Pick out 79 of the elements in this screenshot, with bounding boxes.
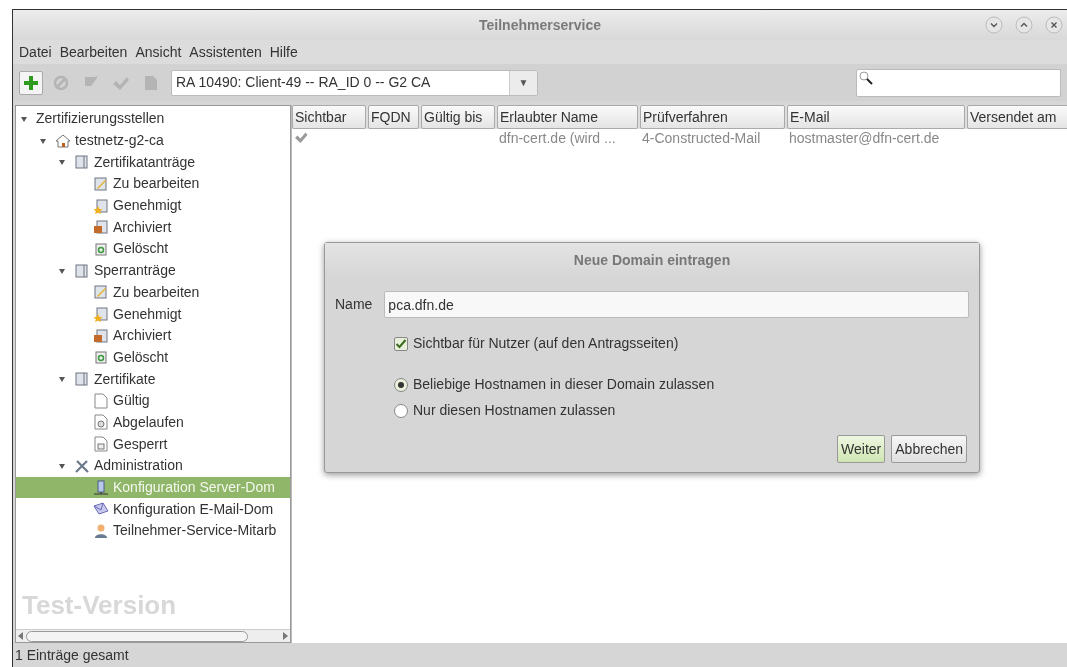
pencil-page-icon (93, 175, 109, 192)
column-header[interactable]: Prüfverfahren (640, 105, 785, 129)
column-header[interactable]: FQDN (368, 105, 419, 129)
tree-item[interactable]: Zu bearbeiten (16, 173, 290, 195)
lock-page-icon (93, 436, 109, 453)
dialog-title: Neue Domain eintragen (573, 250, 731, 270)
tree-item[interactable]: Genehmigt (16, 194, 290, 217)
clock-page-icon (93, 414, 109, 431)
tree-item[interactable]: Administration (16, 455, 290, 477)
table-cell-text: hostmaster@dfn-cert.de (788, 128, 941, 148)
tree-item[interactable]: Zertifikate (16, 368, 290, 390)
dialog-button[interactable]: Weiter (837, 435, 886, 463)
box-page-icon (93, 327, 109, 344)
radio-button[interactable] (394, 403, 408, 418)
tree-item[interactable]: Gültig (16, 389, 290, 412)
chevron-down-icon[interactable] (985, 16, 1003, 34)
search-icon (859, 70, 873, 85)
star-page-icon (93, 306, 109, 323)
tree-item[interactable]: Gesperrt (16, 433, 290, 455)
tree-item[interactable]: Teilnehmer-Service-Mitarb (16, 520, 290, 542)
tree-item[interactable]: Gelöscht (16, 238, 290, 260)
column-header[interactable]: Erlaubter Name (497, 105, 638, 129)
scroll-right-icon[interactable] (282, 632, 288, 640)
tree-item[interactable]: Sperranträge (16, 259, 290, 282)
checkbox-label: Sichtbar für Nutzer (auf den Antragsseiten) (413, 334, 679, 353)
tree-item[interactable]: Zu bearbeiten (16, 281, 290, 304)
column-header[interactable]: Versendet am (967, 105, 1067, 129)
name-field[interactable]: pca.dfn.de (384, 291, 969, 318)
envelope-icon (93, 501, 109, 518)
checkbox[interactable] (394, 336, 408, 351)
window-title: Teilnehmerservice (479, 15, 601, 35)
tree-item[interactable]: Zertifikatanträge (16, 151, 290, 174)
radio-label: Beliebige Hostnamen in dieser Domain zulassen (413, 375, 715, 394)
tree-item[interactable]: Abgelaufen (16, 411, 290, 434)
document-icon (144, 74, 158, 91)
scroll-left-icon[interactable] (18, 632, 24, 640)
tree-item[interactable]: Gelöscht (16, 346, 290, 369)
document-icon (93, 392, 109, 409)
field-label: Name (335, 295, 373, 314)
box-page-icon (93, 219, 109, 236)
column-header[interactable]: E-Mail (787, 105, 965, 129)
tools-icon (74, 457, 90, 474)
menu-item[interactable]: Bearbeiten (59, 41, 128, 63)
dialog-button[interactable]: Abbrechen (891, 435, 967, 463)
computer-icon (93, 479, 109, 496)
column-header[interactable]: Gültig bis (421, 105, 495, 129)
menu-item[interactable]: Datei (19, 41, 52, 63)
tree-item[interactable]: Genehmigt (16, 303, 290, 325)
menu-item[interactable]: Ansicht (135, 41, 182, 63)
tree-item[interactable]: Archiviert (16, 216, 290, 239)
menu-item[interactable]: Hilfe (269, 41, 298, 63)
book-icon (74, 371, 90, 388)
status-text: 1 Einträge gesamt (15, 645, 129, 665)
book-icon (74, 262, 90, 279)
star-page-icon (93, 197, 109, 214)
plus-icon (23, 74, 39, 91)
search-field[interactable] (856, 68, 1061, 97)
tree-item[interactable]: Archiviert (16, 324, 290, 347)
pencil-page-icon (93, 284, 109, 301)
radio-button[interactable] (394, 377, 408, 392)
column-header[interactable]: Sichtbar (292, 105, 366, 129)
table-cell-text: 4-Constructed-Mail (641, 128, 762, 148)
table-cell-text: dfn-cert.de (wird ... (498, 128, 617, 148)
toolbar-button[interactable] (19, 70, 43, 95)
bin-icon (93, 240, 109, 257)
bin-icon (93, 349, 109, 366)
tree-item[interactable]: Konfiguration E-Mail-Dom (16, 498, 290, 521)
person-icon (93, 522, 109, 539)
menu-item[interactable]: Assistenten (189, 41, 262, 63)
scrollbar-thumb[interactable] (26, 630, 248, 642)
house-icon (55, 132, 71, 149)
block-icon (53, 74, 69, 91)
tree-item[interactable]: Zertifizierungsstellen (16, 108, 290, 130)
ra-dropdown[interactable]: RA 10490: Client-49 -- RA_ID 0 -- G2 CA ▼ (171, 69, 538, 96)
book-icon (74, 154, 90, 171)
close-icon[interactable] (1045, 16, 1063, 34)
tree-item[interactable]: testnetz-g2-ca (16, 129, 290, 152)
chevron-up-icon[interactable] (1015, 16, 1033, 34)
radio-label: Nur diesen Hostnamen zulassen (413, 401, 616, 420)
